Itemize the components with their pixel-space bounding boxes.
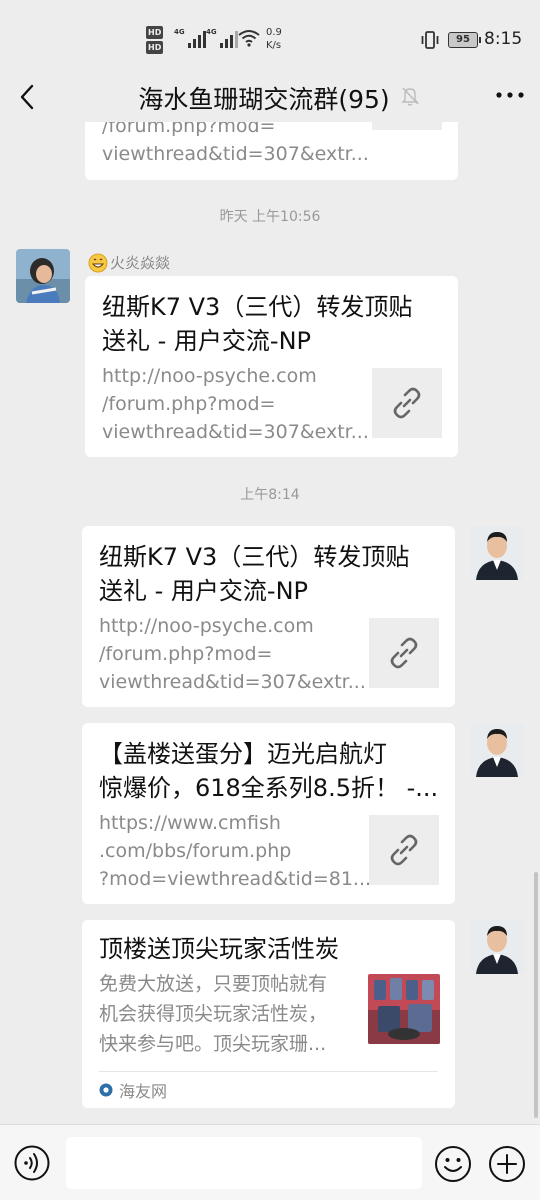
article-card[interactable]: 顶楼送顶尖玩家活性炭 免费大放送，只要顶帖就有 机会获得顶尖玩家活性炭， 快来参… — [82, 920, 455, 1108]
avatar[interactable] — [470, 526, 524, 580]
hd-badge-1: HD — [146, 26, 164, 39]
avatar[interactable] — [470, 920, 524, 974]
sender-name: 火炎焱燚 — [110, 254, 171, 272]
link-icon — [390, 834, 418, 866]
bell-off-icon — [401, 87, 419, 106]
avatar[interactable] — [470, 723, 524, 777]
scrollbar[interactable] — [534, 872, 538, 1118]
chat-title: 海水鱼珊瑚交流群(95) — [138, 85, 390, 114]
article-desc-line-3: 快来参与吧。顶尖玩家珊... — [99, 1033, 327, 1055]
input-bar — [0, 1124, 540, 1200]
avatar[interactable] — [16, 249, 70, 303]
article-source-name: 海友网 — [119, 1082, 168, 1101]
link-thumbnail — [369, 618, 439, 688]
article-title: 顶楼送顶尖玩家活性炭 — [99, 935, 339, 963]
voice-icon[interactable] — [14, 1145, 50, 1181]
hd-indicator: HD HD — [146, 26, 164, 56]
plus-icon[interactable] — [488, 1145, 526, 1183]
status-bar: HD HD 4G 4G 0.9 K/s 95 8:15 — [0, 0, 540, 72]
link-title-line-1: 【盖楼送蛋分】迈光启航灯 — [99, 740, 387, 768]
wifi-icon — [238, 30, 260, 47]
link-url-line-1: http://noo-psyche.com — [99, 615, 314, 637]
status-time: 8:15 — [484, 29, 523, 49]
link-url-line-2: /forum.php?mod= — [99, 643, 273, 665]
link-thumbnail — [372, 368, 442, 438]
smile-icon[interactable] — [434, 1145, 472, 1183]
grin-emoji-icon — [88, 253, 108, 272]
product-image — [368, 974, 440, 1044]
link-url-line-3: ?mod=viewthread&tid=81... — [99, 868, 372, 890]
link-icon — [393, 387, 421, 419]
article-desc-line-1: 免费大放送，只要顶帖就有 — [99, 973, 328, 995]
vibrate-icon — [421, 31, 439, 49]
speed-value: 0.9 — [266, 27, 282, 38]
speed-unit: K/s — [266, 40, 282, 51]
article-desc-line-2: 机会获得顶尖玩家活性炭， — [99, 1003, 328, 1025]
message-input[interactable] — [66, 1137, 422, 1189]
link-url-line-1: /forum.php?mod= — [102, 122, 276, 137]
source-logo-icon — [99, 1083, 113, 1097]
timestamp: 上午8:14 — [240, 487, 300, 503]
signal-icon-2: 4G — [206, 28, 238, 48]
link-url-line-1: http://noo-psyche.com — [102, 365, 317, 387]
battery-indicator: 95 — [448, 32, 481, 48]
more-icon[interactable] — [492, 80, 528, 110]
link-title-line-2: 送礼 - 用户交流-NP — [99, 577, 309, 605]
chat-header: 海水鱼珊瑚交流群(95) — [0, 72, 540, 122]
link-card-3[interactable]: 纽斯K7 V3（三代）转发顶贴 送礼 - 用户交流-NP http://noo-… — [82, 526, 455, 707]
link-icon — [390, 637, 418, 669]
link-url-line-2: viewthread&tid=307&extr... — [102, 143, 369, 165]
avatar-image — [470, 920, 524, 974]
link-url-line-2: /forum.php?mod= — [102, 393, 276, 415]
hd-badge-2: HD — [146, 41, 164, 54]
avatar-image — [16, 249, 70, 303]
link-title-line-2: 送礼 - 用户交流-NP — [102, 327, 312, 355]
link-card-1[interactable]: /forum.php?mod= viewthread&tid=307&extr.… — [85, 122, 458, 180]
link-title-line-1: 纽斯K7 V3（三代）转发顶贴 — [102, 293, 413, 321]
link-url-line-3: viewthread&tid=307&extr... — [102, 421, 369, 443]
link-url-line-2: .com/bbs/forum.php — [99, 840, 292, 862]
link-url-line-3: viewthread&tid=307&extr... — [99, 671, 366, 693]
chat-messages[interactable]: /forum.php?mod= viewthread&tid=307&extr.… — [0, 122, 540, 1124]
signal-icon: 4G — [174, 28, 206, 48]
link-thumbnail — [369, 815, 439, 885]
network-type-1: 4G — [174, 28, 185, 36]
divider — [99, 1071, 438, 1072]
link-card-4[interactable]: 【盖楼送蛋分】迈光启航灯 惊爆价，618全系列8.5折！ -... https:… — [82, 723, 455, 904]
sender-name-row: 火炎焱燚 — [88, 252, 170, 273]
network-type-2: 4G — [206, 28, 217, 36]
article-thumbnail — [368, 974, 440, 1044]
link-title-line-2: 惊爆价，618全系列8.5折！ -... — [99, 774, 439, 802]
link-thumbnail — [372, 122, 442, 130]
link-title-line-1: 纽斯K7 V3（三代）转发顶贴 — [99, 543, 410, 571]
timestamp: 昨天 上午10:56 — [219, 209, 321, 225]
link-card-2[interactable]: 纽斯K7 V3（三代）转发顶贴 送礼 - 用户交流-NP http://noo-… — [85, 276, 458, 457]
network-speed: 0.9 K/s — [266, 26, 282, 52]
article-source: 海友网 — [99, 1078, 167, 1102]
avatar-image — [470, 526, 524, 580]
link-url-line-1: https://www.cmfish — [99, 812, 281, 834]
avatar-image — [470, 723, 524, 777]
